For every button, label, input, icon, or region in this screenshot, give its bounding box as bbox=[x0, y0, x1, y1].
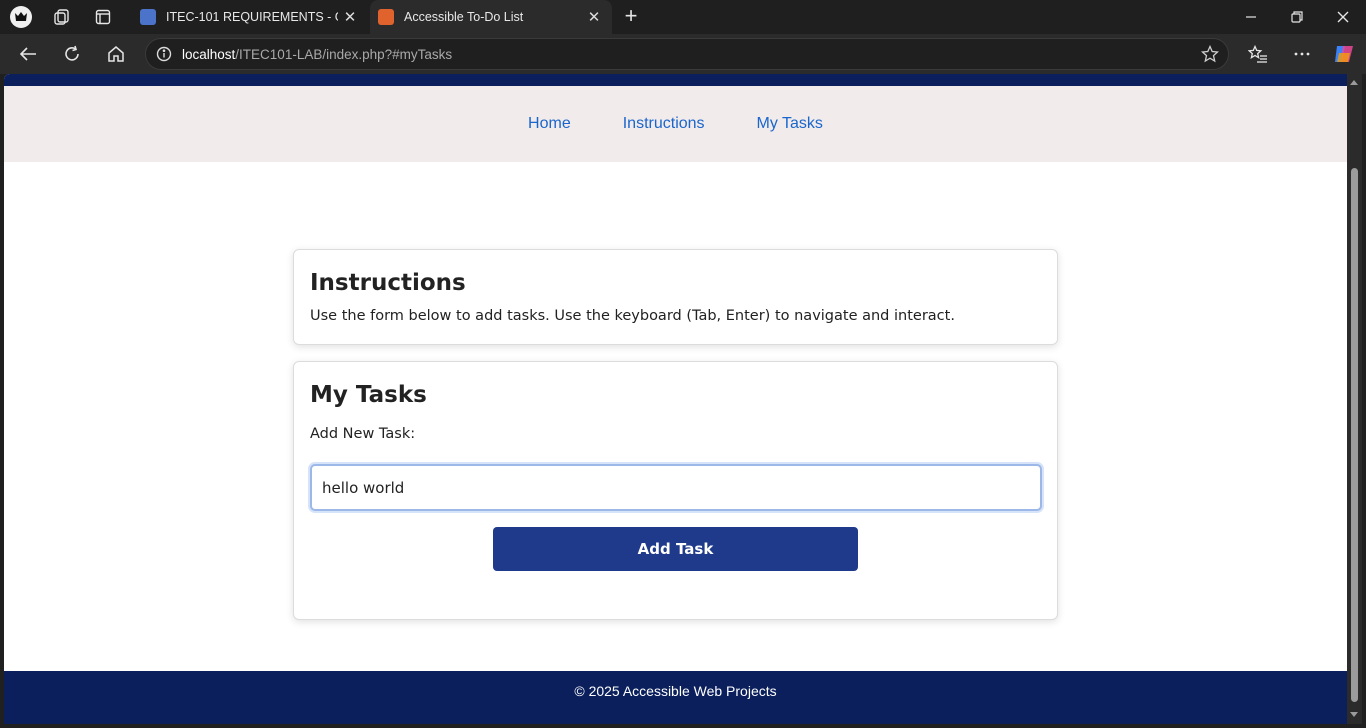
footer-text: © 2025 Accessible Web Projects bbox=[574, 683, 777, 699]
minimize-icon[interactable] bbox=[1228, 0, 1274, 34]
close-tab-icon[interactable]: ✕ bbox=[582, 8, 606, 26]
instructions-heading: Instructions bbox=[310, 270, 466, 296]
nav-instructions-link[interactable]: Instructions bbox=[623, 115, 705, 133]
scrollbar-thumb[interactable] bbox=[1351, 168, 1358, 702]
tab-title: Accessible To-Do List bbox=[404, 10, 524, 24]
instructions-text: Use the form below to add tasks. Use the… bbox=[310, 308, 955, 324]
site-nav: Home Instructions My Tasks bbox=[4, 86, 1347, 162]
profile-icon[interactable] bbox=[8, 5, 34, 29]
nav-home-link[interactable]: Home bbox=[528, 115, 571, 133]
back-arrow-icon[interactable] bbox=[13, 40, 43, 68]
page-viewport: Home Instructions My Tasks Instructions … bbox=[4, 74, 1347, 724]
tab-title: ITEC-101 REQUIREMENTS - Goog bbox=[166, 10, 338, 24]
new-tab-button[interactable]: + bbox=[618, 4, 644, 30]
address-bar[interactable]: localhost/ITEC101-LAB/index.php?#myTasks bbox=[145, 38, 1229, 70]
my-tasks-card: My Tasks Add New Task: hello world Add T… bbox=[293, 361, 1058, 620]
workspaces-icon[interactable] bbox=[49, 5, 75, 29]
add-task-button[interactable]: Add Task bbox=[493, 527, 858, 571]
url-host: localhost bbox=[182, 46, 236, 62]
copilot-icon[interactable] bbox=[1329, 40, 1359, 68]
my-tasks-heading: My Tasks bbox=[310, 382, 427, 408]
instructions-card: Instructions Use the form below to add t… bbox=[293, 249, 1058, 345]
browser-tab-bar: ITEC-101 REQUIREMENTS - Goog ✕ Accessibl… bbox=[0, 0, 1366, 34]
add-task-label: Add New Task: bbox=[310, 426, 416, 442]
close-tab-icon[interactable]: ✕ bbox=[338, 8, 362, 26]
star-icon[interactable] bbox=[1192, 45, 1228, 63]
new-task-input[interactable]: hello world bbox=[310, 464, 1042, 511]
browser-toolbar: localhost/ITEC101-LAB/index.php?#myTasks bbox=[0, 34, 1366, 74]
scroll-down-icon[interactable] bbox=[1350, 712, 1358, 717]
tab-actions-icon[interactable] bbox=[90, 5, 116, 29]
favorites-icon[interactable] bbox=[1243, 40, 1273, 68]
url-path: /ITEC101-LAB/index.php?#myTasks bbox=[235, 46, 453, 62]
scroll-up-icon[interactable] bbox=[1350, 80, 1358, 85]
docs-favicon-icon bbox=[140, 9, 156, 25]
page-scrollbar[interactable] bbox=[1347, 74, 1362, 724]
tab-itec-requirements[interactable]: ITEC-101 REQUIREMENTS - Goog ✕ bbox=[132, 0, 368, 34]
url-text: localhost/ITEC101-LAB/index.php?#myTasks bbox=[182, 47, 1192, 62]
nav-my-tasks-link[interactable]: My Tasks bbox=[757, 115, 823, 133]
more-icon[interactable] bbox=[1287, 40, 1317, 68]
page-footer: © 2025 Accessible Web Projects bbox=[4, 671, 1347, 724]
refresh-icon[interactable] bbox=[57, 40, 87, 68]
tab-accessible-todo[interactable]: Accessible To-Do List ✕ bbox=[370, 0, 612, 34]
xampp-favicon-icon bbox=[378, 9, 394, 25]
home-icon[interactable] bbox=[101, 40, 131, 68]
site-info-icon[interactable] bbox=[146, 46, 182, 62]
restore-icon[interactable] bbox=[1274, 0, 1320, 34]
header-strip bbox=[4, 74, 1347, 86]
close-window-icon[interactable] bbox=[1320, 0, 1366, 34]
